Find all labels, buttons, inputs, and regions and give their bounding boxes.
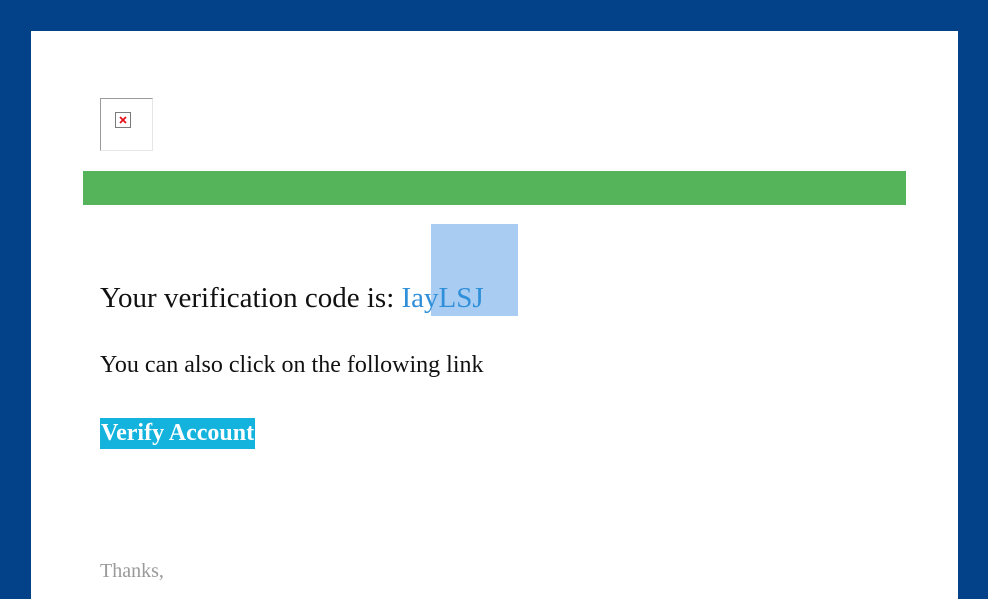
broken-image-icon xyxy=(115,112,131,128)
email-card: Your verification code is: IayLSJ You ca… xyxy=(31,31,958,599)
verification-code-value[interactable]: IayLSJ xyxy=(402,282,484,314)
verification-code-line: Your verification code is: IayLSJ xyxy=(100,281,484,315)
header-accent-bar xyxy=(83,171,906,205)
verification-code-label: Your verification code is: xyxy=(100,282,402,314)
verify-account-button[interactable]: Verify Account xyxy=(100,418,256,449)
thanks-text: Thanks, xyxy=(100,560,164,582)
link-intro-text: You can also click on the following link xyxy=(100,352,484,378)
logo-image-placeholder xyxy=(100,98,153,151)
